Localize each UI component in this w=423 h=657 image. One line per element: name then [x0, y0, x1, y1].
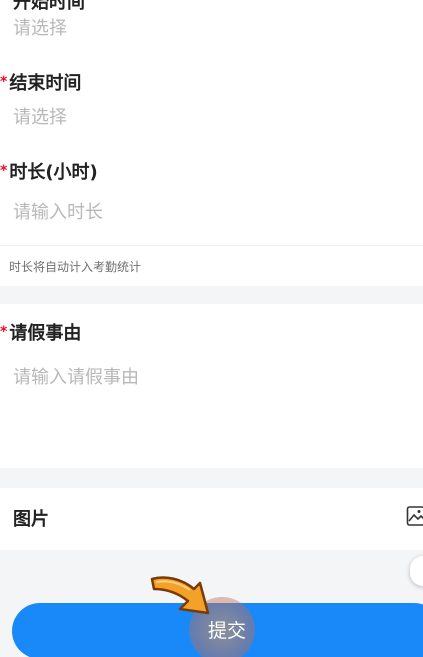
reason-label-text: 请假事由 — [9, 323, 82, 344]
end-time-label: * 结束时间 — [0, 69, 81, 95]
picture-card — [0, 488, 423, 550]
divider — [0, 245, 423, 246]
required-mark: * — [0, 324, 8, 340]
end-time-label-text: 结束时间 — [9, 73, 82, 94]
reason-textarea[interactable]: 请输入请假事由 — [13, 363, 139, 389]
reason-label: * 请假事由 — [0, 319, 81, 345]
required-mark: * — [0, 74, 8, 90]
start-time-label: 开始时间 — [13, 0, 85, 13]
time-card: 开始时间 请选择 * 结束时间 请选择 * 时长(小时) 请输入时长 时长将自动计入… — [0, 0, 423, 286]
image-upload-icon[interactable] — [406, 505, 423, 527]
required-mark: * — [0, 163, 8, 179]
duration-hint: 时长将自动计入考勤统计 — [9, 260, 142, 274]
pointer-arrow-icon — [150, 576, 210, 615]
duration-label: * 时长(小时) — [0, 158, 98, 184]
duration-label-text: 时长(小时) — [9, 162, 98, 183]
picture-label: 图片 — [13, 509, 49, 530]
floating-bubble[interactable] — [410, 556, 423, 586]
reason-card: * 请假事由 请输入请假事由 — [0, 304, 423, 468]
end-time-picker[interactable]: 请选择 — [13, 103, 67, 129]
start-time-picker[interactable]: 请选择 — [13, 14, 67, 40]
duration-input[interactable]: 请输入时长 — [13, 198, 103, 224]
